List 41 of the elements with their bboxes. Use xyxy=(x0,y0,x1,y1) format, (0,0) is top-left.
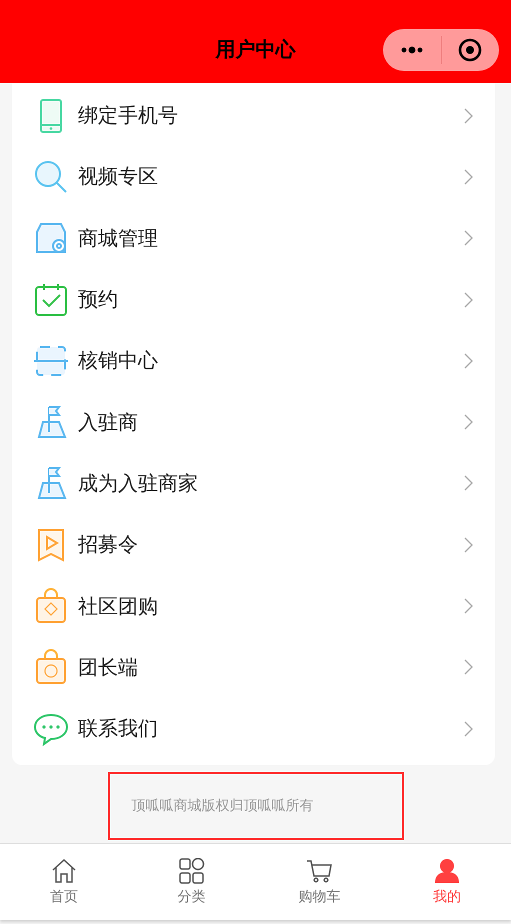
chevron-icon xyxy=(464,352,473,369)
menu-item[interactable]: 商城管理 xyxy=(12,208,495,269)
tab-item[interactable]: 分类 xyxy=(128,844,256,920)
menu-item[interactable]: 预约 xyxy=(12,268,495,330)
tab-label: 购物车 xyxy=(298,888,340,906)
chevron-icon xyxy=(464,292,473,308)
copyright-text: 顶呱呱商城版权归顶呱呱所有 xyxy=(132,797,314,816)
chevron-icon xyxy=(464,108,473,124)
menu-item[interactable]: 成为入驻商家 xyxy=(12,452,495,514)
menu-item[interactable]: 绑定手机号 xyxy=(12,85,495,146)
tab-item[interactable]: 首页 xyxy=(0,844,128,920)
home-icon xyxy=(50,858,77,884)
search-icon xyxy=(33,158,69,195)
chevron-icon xyxy=(464,598,473,614)
chevron-icon xyxy=(464,536,473,553)
user-icon xyxy=(434,858,460,884)
shopping-bag-icon xyxy=(33,649,69,686)
shopping-bag-icon xyxy=(33,588,69,624)
page-title: 用户中心 xyxy=(216,36,296,63)
menu-item[interactable]: 核销中心 xyxy=(12,330,495,392)
chevron-icon xyxy=(464,168,473,185)
tab-label: 首页 xyxy=(50,888,78,906)
target-icon xyxy=(458,38,482,62)
more-icon xyxy=(400,46,423,54)
calendar-check-icon xyxy=(33,282,69,318)
tab-label: 分类 xyxy=(178,888,206,906)
chevron-icon xyxy=(464,475,473,492)
grid-icon xyxy=(178,858,205,884)
menu-item[interactable]: 联系我们 xyxy=(12,698,495,760)
chevron-icon xyxy=(464,414,473,430)
menu-item[interactable]: 招募令 xyxy=(12,514,495,576)
chevron-icon xyxy=(464,230,473,246)
menu-item[interactable]: 入驻商 xyxy=(12,391,495,453)
menu-item[interactable]: 社区团购 xyxy=(12,575,495,637)
menu-item[interactable]: 视频专区 xyxy=(12,146,495,208)
tab-label: 我的 xyxy=(433,888,462,906)
menu-item[interactable]: 团长端 xyxy=(12,636,495,698)
chevron-icon xyxy=(464,720,473,737)
tab-item[interactable]: 购物车 xyxy=(256,844,384,920)
cart-icon xyxy=(306,858,332,884)
chevron-icon xyxy=(464,659,473,676)
